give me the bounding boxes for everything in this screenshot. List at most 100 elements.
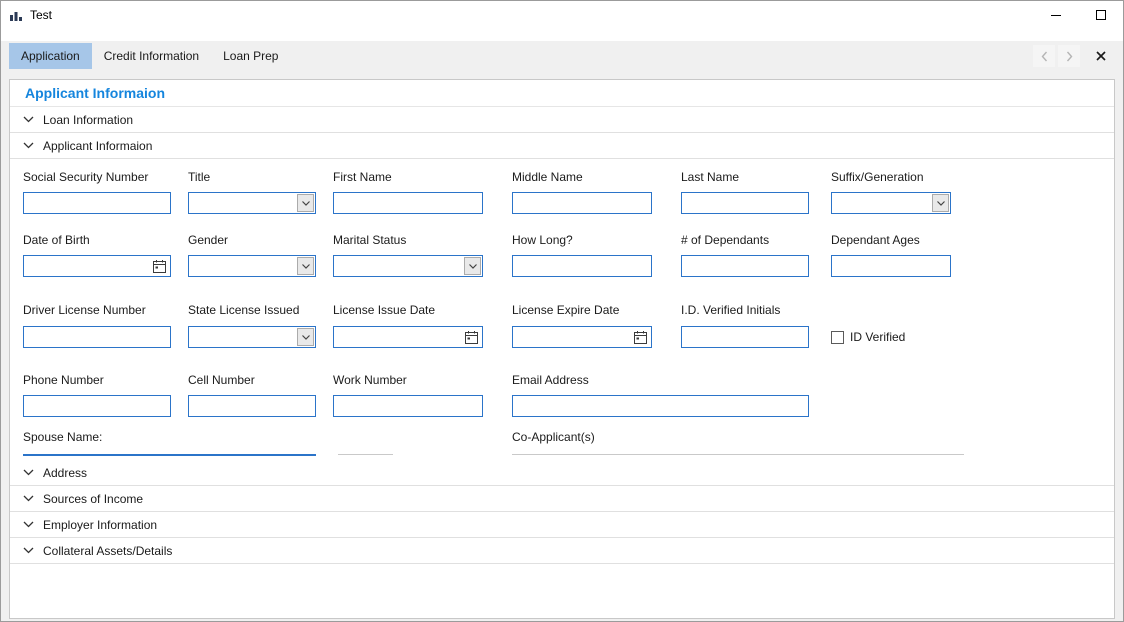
section-applicant-information[interactable]: Applicant Informaion [10, 133, 1114, 159]
license-issue-date-calendar-button[interactable] [464, 330, 478, 344]
chevron-down-icon [23, 469, 34, 476]
workspace: ApplicationCredit InformationLoan Prep A… [1, 41, 1123, 621]
close-tab-button[interactable] [1089, 45, 1113, 67]
section-label: Employer Information [43, 518, 157, 532]
social-security-number-input[interactable] [23, 192, 171, 214]
section-loan-information[interactable]: Loan Information [10, 107, 1114, 133]
first-name-label: First Name [333, 170, 392, 184]
license-expire-date-datepicker[interactable] [512, 326, 652, 348]
marital-status-label: Marital Status [333, 233, 406, 247]
panel-title-row: Applicant Informaion [10, 80, 1114, 107]
middle-name-label: Middle Name [512, 170, 583, 184]
date-of-birth-datepicker[interactable] [23, 255, 171, 277]
chevron-down-icon [23, 547, 34, 554]
nav-forward-button[interactable] [1058, 45, 1080, 67]
email-address-label: Email Address [512, 373, 589, 387]
spouse-name-underline-field[interactable] [23, 454, 316, 456]
suffix-generation-label: Suffix/Generation [831, 170, 924, 184]
chevron-down-icon [302, 264, 310, 269]
tab-strip: ApplicationCredit InformationLoan Prep [1, 41, 1123, 71]
maximize-icon [1096, 10, 1106, 20]
section-label: Collateral Assets/Details [43, 544, 172, 558]
gender-select[interactable] [188, 255, 316, 277]
date-of-birth-label: Date of Birth [23, 233, 90, 247]
calendar-icon [465, 331, 478, 344]
tab-navigation [1033, 45, 1113, 67]
last-name-input[interactable] [681, 192, 809, 214]
app-icon [8, 7, 24, 23]
section-sources-of-income[interactable]: Sources of Income [10, 486, 1114, 512]
work-number-label: Work Number [333, 373, 407, 387]
state-license-issued-select[interactable] [188, 326, 316, 348]
minimize-button[interactable] [1033, 1, 1078, 28]
chevron-down-icon [23, 521, 34, 528]
work-number-input[interactable] [333, 395, 483, 417]
minimize-icon [1051, 10, 1061, 20]
chevron-right-icon [1066, 51, 1073, 62]
section-address[interactable]: Address [10, 460, 1114, 486]
partial-underline-field[interactable] [338, 454, 393, 455]
license-issue-date-label: License Issue Date [333, 303, 435, 317]
chevron-down-icon [23, 142, 34, 149]
section-label: Address [43, 466, 87, 480]
window-controls [1033, 1, 1123, 28]
how-long-input[interactable] [512, 255, 652, 277]
of-dependants-label: # of Dependants [681, 233, 769, 247]
gender-dropdown-button[interactable] [297, 257, 314, 275]
tab-loan-prep[interactable]: Loan Prep [211, 43, 290, 69]
spouse-name-label: Spouse Name: [23, 430, 102, 444]
email-address-input[interactable] [512, 395, 809, 417]
i-d-verified-initials-input[interactable] [681, 326, 809, 348]
window-title: Test [30, 8, 52, 22]
section-collateral-assets-details[interactable]: Collateral Assets/Details [10, 538, 1114, 564]
chevron-left-icon [1041, 51, 1048, 62]
middle-name-input[interactable] [512, 192, 652, 214]
dependant-ages-input[interactable] [831, 255, 951, 277]
license-expire-date-calendar-button[interactable] [633, 330, 647, 344]
id-verified-checkbox[interactable] [831, 331, 844, 344]
state-license-issued-label: State License Issued [188, 303, 299, 317]
state-license-issued-dropdown-button[interactable] [297, 328, 314, 346]
i-d-verified-initials-label: I.D. Verified Initials [681, 303, 780, 317]
tab-bar: ApplicationCredit InformationLoan Prep [9, 41, 290, 71]
marital-status-dropdown-button[interactable] [464, 257, 481, 275]
id-verified-checkbox-field: ID Verified [831, 330, 905, 344]
cell-number-input[interactable] [188, 395, 316, 417]
suffix-generation-dropdown-button[interactable] [932, 194, 949, 212]
tab-application[interactable]: Application [9, 43, 92, 69]
maximize-button[interactable] [1078, 1, 1123, 28]
cell-number-label: Cell Number [188, 373, 255, 387]
section-label: Applicant Informaion [43, 139, 152, 153]
applicant-form: Social Security NumberTitleFirst NameMid… [10, 159, 1114, 460]
title-bar: Test [1, 1, 1123, 28]
title-select[interactable] [188, 192, 316, 214]
close-icon [1096, 51, 1106, 61]
phone-number-input[interactable] [23, 395, 171, 417]
driver-license-number-input[interactable] [23, 326, 171, 348]
chevron-down-icon [937, 201, 945, 206]
dependant-ages-label: Dependant Ages [831, 233, 920, 247]
chevron-down-icon [23, 116, 34, 123]
section-label: Loan Information [43, 113, 133, 127]
marital-status-select[interactable] [333, 255, 483, 277]
tab-credit-information[interactable]: Credit Information [92, 43, 211, 69]
phone-number-label: Phone Number [23, 373, 104, 387]
section-employer-information[interactable]: Employer Information [10, 512, 1114, 538]
title-dropdown-button[interactable] [297, 194, 314, 212]
chevron-down-icon [302, 201, 310, 206]
title-label: Title [188, 170, 210, 184]
of-dependants-input[interactable] [681, 255, 809, 277]
chevron-down-icon [23, 495, 34, 502]
first-name-input[interactable] [333, 192, 483, 214]
date-of-birth-calendar-button[interactable] [152, 259, 166, 273]
co-applicant-s-underline-field[interactable] [512, 454, 964, 455]
license-issue-date-datepicker[interactable] [333, 326, 483, 348]
app-window: { "window": { "title": "Test" }, "tab_ba… [0, 0, 1124, 622]
driver-license-number-label: Driver License Number [23, 303, 146, 317]
gender-label: Gender [188, 233, 228, 247]
co-applicant-s-label: Co-Applicant(s) [512, 430, 595, 444]
calendar-icon [153, 260, 166, 273]
checkbox-label: ID Verified [850, 330, 905, 344]
nav-back-button[interactable] [1033, 45, 1055, 67]
suffix-generation-select[interactable] [831, 192, 951, 214]
